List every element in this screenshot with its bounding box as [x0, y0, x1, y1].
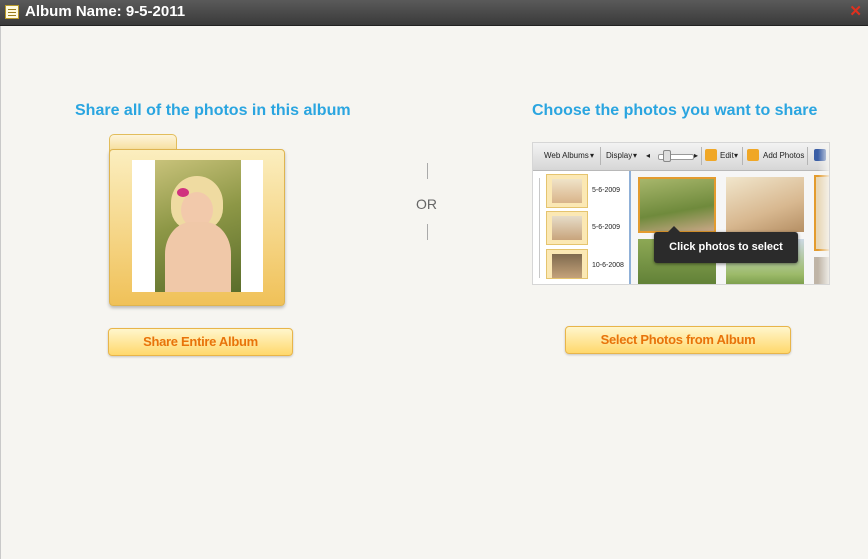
- zoom-out-icon: ◂: [646, 151, 651, 160]
- share-entire-album-button[interactable]: Share Entire Album: [108, 328, 293, 356]
- window-title-bar: Album Name: 9-5-2011 ✕: [0, 0, 868, 26]
- wrench-icon: [705, 149, 717, 161]
- notepad-icon: [5, 5, 19, 19]
- photo-tile: [726, 177, 804, 232]
- preview-photo-grid: [631, 171, 829, 284]
- preview-edge-fade: [818, 143, 829, 284]
- album-date: 10-6-2008: [592, 262, 624, 269]
- album-date: 5-6-2009: [592, 224, 621, 231]
- or-label: OR: [416, 196, 437, 212]
- close-icon[interactable]: ✕: [849, 3, 862, 21]
- share-album-panel: Share all of the photos in this album Sh…: [0, 26, 868, 559]
- album-thumb: [546, 249, 588, 279]
- album-thumb: [546, 174, 588, 208]
- photo-tile: [638, 177, 716, 233]
- album-thumb: [546, 211, 588, 245]
- zoom-slider-knob: [663, 150, 671, 162]
- preview-toolbar: Web Albums ▾ Display ▾ ◂ ▸ Edit ▾ Add Ph…: [533, 143, 829, 171]
- zoom-in-icon: ▸: [694, 151, 699, 160]
- share-all-heading: Share all of the photos in this album: [75, 102, 351, 119]
- select-photos-preview[interactable]: Web Albums ▾ Display ▾ ◂ ▸ Edit ▾ Add Ph…: [532, 142, 830, 285]
- album-cover-photo: [155, 160, 241, 292]
- edit-menu: Edit: [720, 151, 734, 160]
- divider-line-top: [427, 163, 428, 179]
- display-menu: Display: [606, 151, 633, 160]
- chevron-down-icon: ▾: [633, 151, 638, 160]
- window-title: Album Name: 9-5-2011: [25, 3, 186, 20]
- chevron-down-icon: ▾: [734, 151, 739, 160]
- add-icon: [747, 149, 759, 161]
- select-tooltip: Click photos to select: [654, 226, 798, 263]
- web-albums-menu: Web Albums: [544, 151, 589, 160]
- add-photos-label: Add Photos: [763, 151, 805, 160]
- choose-photos-heading: Choose the photos you want to share: [532, 102, 818, 119]
- divider-line-bottom: [427, 224, 428, 240]
- album-folder-image[interactable]: [109, 134, 285, 306]
- preview-album-list: 5-6-2009 5-6-2009 10-6-2008: [533, 171, 631, 284]
- chevron-down-icon: ▾: [590, 151, 595, 160]
- album-date: 5-6-2009: [592, 187, 621, 194]
- select-photos-button[interactable]: Select Photos from Album: [565, 326, 791, 354]
